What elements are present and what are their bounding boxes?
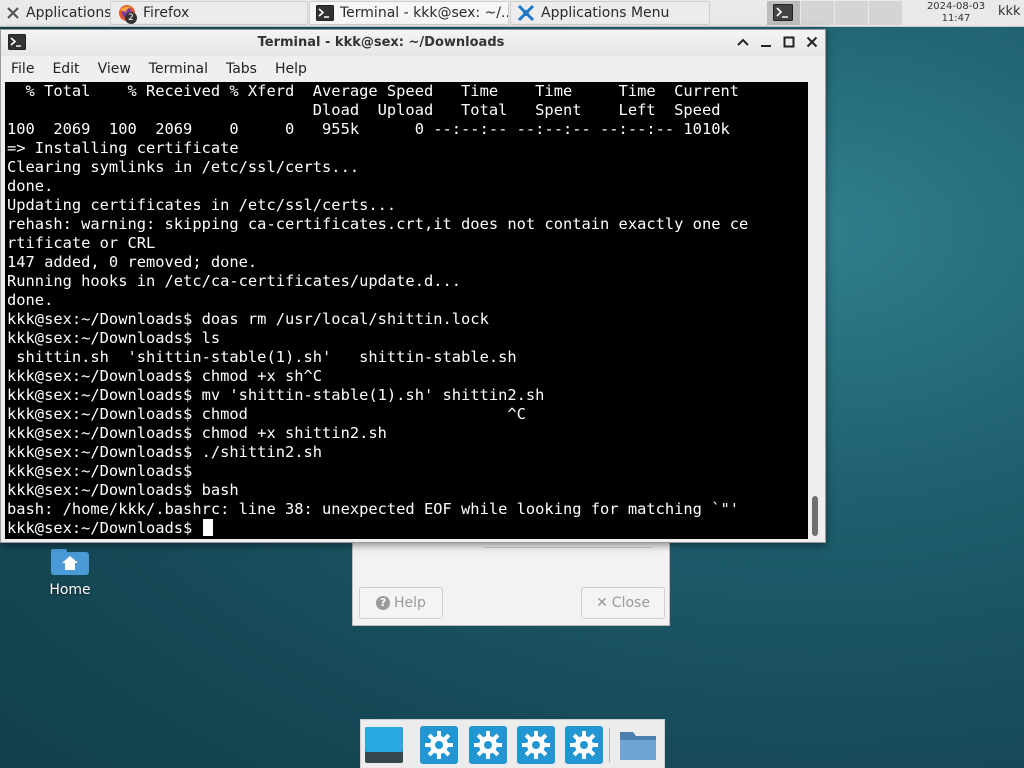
dock-settings-2[interactable] — [467, 724, 509, 766]
terminal-line: done. — [7, 177, 54, 195]
help-button[interactable]: ? Help — [359, 587, 443, 619]
terminal-icon — [773, 4, 793, 25]
terminal-line: kkk@sex:~/Downloads$ doas rm /usr/local/… — [7, 310, 489, 328]
menu-tabs[interactable]: Tabs — [216, 61, 265, 77]
text-cursor — [202, 519, 213, 536]
gear-icon — [517, 726, 555, 764]
menu-help[interactable]: Help — [265, 61, 315, 77]
terminal-line: Clearing symlinks in /etc/ssl/certs... — [7, 158, 360, 176]
terminal-line: kkk@sex:~/Downloads$ chmod +x shittin2.s… — [7, 424, 387, 442]
terminal-line: kkk@sex:~/Downloads$ chmod ^C — [7, 405, 526, 423]
xfce-mouse-icon — [6, 6, 20, 20]
top-panel: Applications ☰ 2 Firefox Terminal - kkk@… — [0, 0, 1024, 27]
clock[interactable]: 2024-08-03 11:47 — [906, 0, 1006, 26]
taskbar-applications-menu-label: Applications Menu — [541, 5, 670, 21]
shade-button[interactable] — [734, 33, 752, 51]
taskbar-firefox-label: Firefox — [143, 5, 190, 21]
terminal-icon — [316, 5, 334, 21]
menu-view[interactable]: View — [88, 61, 139, 77]
window-count-badge: 2 — [125, 12, 137, 24]
window-titlebar[interactable]: Terminal - kkk@sex: ~/Downloads — [1, 30, 825, 56]
dock-separator — [609, 728, 610, 762]
dialog-divider — [483, 547, 651, 548]
menu-terminal[interactable]: Terminal — [139, 61, 216, 77]
terminal-scrollbar[interactable] — [808, 82, 822, 539]
user-menu[interactable]: kkk — [998, 4, 1021, 19]
minimize-icon — [761, 45, 771, 47]
workspace-2[interactable] — [800, 1, 834, 25]
workspace-4[interactable] — [868, 1, 902, 25]
settings-dialog: ? Help ✕ Close — [352, 540, 670, 626]
close-window-button[interactable] — [803, 33, 821, 51]
terminal-line: bash: /home/kkk/.bashrc: line 38: unexpe… — [7, 500, 740, 518]
dock-settings-1[interactable] — [418, 724, 460, 766]
window-title: Terminal - kkk@sex: ~/Downloads — [257, 35, 505, 50]
applications-menu-button[interactable]: Applications ☰ — [0, 1, 110, 25]
minimize-button[interactable] — [757, 33, 775, 51]
terminal-line: rtificate or CRL — [7, 234, 156, 252]
help-icon: ? — [376, 596, 391, 610]
terminal-line: kkk@sex:~/Downloads$ chmod +x sh^C — [7, 367, 323, 385]
terminal-output[interactable]: % Total % Received % Xferd Average Speed… — [5, 82, 808, 539]
gear-icon — [420, 726, 458, 764]
terminal-prompt-line[interactable]: kkk@sex:~/Downloads$ — [7, 519, 808, 538]
close-icon: ✕ — [596, 595, 608, 611]
clock-date: 2024-08-03 — [926, 1, 986, 12]
xfce-mouse-icon — [517, 4, 535, 22]
show-desktop-icon — [365, 727, 403, 763]
terminal-line: kkk@sex:~/Downloads$ ls — [7, 329, 221, 347]
scrollbar-thumb[interactable] — [812, 496, 818, 536]
dock-settings-3[interactable] — [515, 724, 557, 766]
maximize-icon — [783, 36, 795, 48]
terminal-line: rehash: warning: skipping ca-certificate… — [7, 215, 749, 233]
close-button-label: Close — [611, 595, 650, 611]
help-button-label: Help — [394, 595, 426, 611]
terminal-line: kkk@sex:~/Downloads$ mv 'shittin-stable(… — [7, 386, 545, 404]
terminal-window: Terminal - kkk@sex: ~/Downloads File Edi… — [0, 29, 826, 543]
desktop-icon-home[interactable]: Home — [40, 540, 100, 598]
folder-icon — [620, 732, 656, 760]
terminal-line: % Total % Received % Xferd Average Speed… — [7, 82, 740, 100]
terminal-line: Dload Upload Total Spent Left Speed — [7, 101, 721, 119]
bottom-dock — [360, 719, 665, 768]
terminal-line: done. — [7, 291, 54, 309]
firefox-icon: 2 — [117, 3, 137, 24]
terminal-line: kkk@sex:~/Downloads$ bash — [7, 481, 239, 499]
menu-file[interactable]: File — [1, 61, 42, 77]
terminal-line: kkk@sex:~/Downloads$ ./shittin2.sh — [7, 443, 323, 461]
applications-label: Applications — [26, 5, 110, 21]
workspace-3[interactable] — [834, 1, 868, 25]
taskbar-firefox[interactable]: 2 Firefox — [110, 1, 308, 25]
terminal-line: 100 2069 100 2069 0 0 955k 0 --:--:-- --… — [7, 120, 730, 138]
desktop-icon-label: Home — [49, 582, 91, 598]
terminal-line: 147 added, 0 removed; done. — [7, 253, 258, 271]
dock-settings-4[interactable] — [563, 724, 605, 766]
terminal-line: kkk@sex:~/Downloads$ — [7, 462, 193, 480]
chevron-up-icon — [737, 38, 749, 46]
taskbar-terminal[interactable]: Terminal - kkk@sex: ~/... — [309, 1, 509, 25]
dock-show-desktop[interactable] — [363, 724, 405, 766]
gear-icon — [565, 726, 603, 764]
taskbar-terminal-label: Terminal - kkk@sex: ~/... — [340, 5, 509, 21]
maximize-button[interactable] — [780, 33, 798, 51]
workspace-1[interactable] — [766, 1, 800, 25]
taskbar-applications-menu[interactable]: Applications Menu — [510, 1, 710, 25]
terminal-line: Updating certificates in /etc/ssl/certs.… — [7, 196, 397, 214]
dock-file-manager[interactable] — [617, 724, 659, 766]
terminal-prompt: kkk@sex:~/Downloads$ — [7, 519, 202, 537]
terminal-line: shittin.sh 'shittin-stable(1).sh' shitti… — [7, 348, 517, 366]
terminal-line: Running hooks in /etc/ca-certificates/up… — [7, 272, 462, 290]
gear-icon — [469, 726, 507, 764]
terminal-line: => Installing certificate — [7, 139, 239, 157]
home-folder-icon — [40, 540, 100, 576]
terminal-text: % Total % Received % Xferd Average Speed… — [5, 82, 808, 538]
close-icon — [806, 36, 818, 48]
clock-time: 11:47 — [941, 13, 971, 24]
close-button[interactable]: ✕ Close — [581, 587, 665, 619]
menu-edit[interactable]: Edit — [42, 61, 87, 77]
menubar: File Edit View Terminal Tabs Help — [1, 56, 825, 81]
